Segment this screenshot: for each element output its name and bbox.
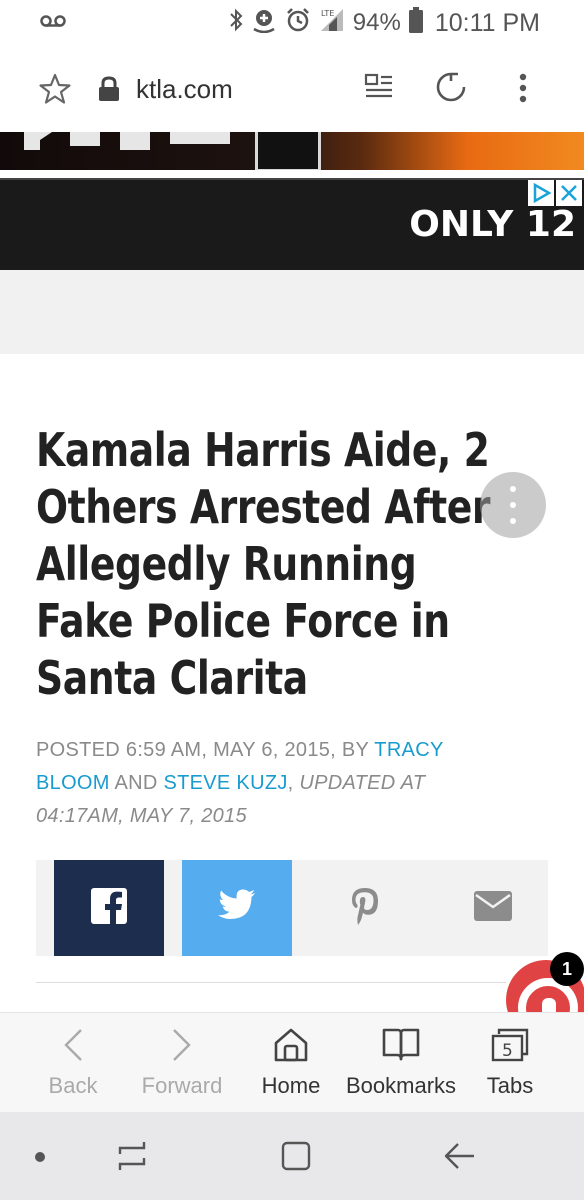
nav-back-button[interactable]: Back — [18, 1013, 128, 1113]
forward-arrow-icon — [170, 1027, 194, 1068]
author-link-tracy-bloom-cont[interactable]: BLOOM — [36, 772, 110, 794]
logo-mark — [255, 132, 321, 170]
share-email-button[interactable] — [438, 860, 548, 956]
ad-spacer — [0, 270, 584, 354]
ad-banner[interactable]: ONLY 12 — [0, 178, 584, 270]
voicemail-icon — [40, 12, 66, 35]
byline-line-2: BLOOM AND STEVE KUZJ, UPDATED AT — [36, 767, 556, 800]
nav-forward-button[interactable]: Forward — [127, 1013, 237, 1113]
adchoices-icon[interactable] — [528, 180, 554, 206]
posted-text: POSTED 6:59 AM, MAY 6, 2015, BY — [36, 739, 375, 761]
browser-bottom-nav: Back Forward Home Bookmarks 5 Tabs — [0, 1012, 584, 1112]
byline-line-1: POSTED 6:59 AM, MAY 6, 2015, BY TRACY — [36, 734, 556, 767]
lte-signal-icon: LTE — [319, 7, 345, 40]
comma-text: , — [287, 772, 300, 794]
clock: 10:11 PM — [434, 8, 540, 37]
notification-count-badge: 1 — [550, 952, 584, 986]
back-nav-icon[interactable] — [442, 1140, 476, 1177]
ad-text: ONLY 12 — [409, 204, 576, 245]
battery-icon — [408, 6, 423, 40]
bookmarks-book-icon — [382, 1027, 420, 1066]
author-link-steve-kuzj[interactable]: STEVE KUZJ — [164, 772, 288, 794]
reader-mode-icon[interactable] — [364, 72, 394, 107]
home-icon — [273, 1027, 309, 1068]
nav-forward-label: Forward — [141, 1073, 223, 1098]
ad-close-icon[interactable] — [556, 180, 582, 206]
status-icons: LTE 94% 10:11 PM — [229, 6, 540, 40]
share-bar — [36, 860, 548, 956]
nav-home-label: Home — [261, 1073, 321, 1098]
home-square-icon[interactable] — [280, 1140, 312, 1177]
author-link-tracy-bloom[interactable]: TRACY — [374, 739, 443, 761]
share-facebook-button[interactable] — [54, 860, 164, 956]
bluetooth-icon — [229, 8, 243, 39]
facebook-icon — [91, 887, 127, 929]
pinterest-icon — [349, 886, 381, 931]
nav-back-label: Back — [48, 1073, 98, 1098]
updated-label: UPDATED AT — [299, 772, 426, 794]
floating-more-button[interactable] — [480, 472, 546, 538]
nav-tabs-button[interactable]: 5 Tabs — [455, 1013, 565, 1113]
updated-date: 04:17AM, MAY 7, 2015 — [36, 805, 247, 827]
android-nav-bar — [0, 1112, 584, 1200]
alarm-icon — [285, 7, 311, 40]
email-icon — [474, 890, 512, 926]
data-saver-icon — [251, 7, 277, 40]
content-divider — [36, 982, 506, 983]
headline-line: Kamala Harris Aide, 2 — [36, 423, 490, 477]
lock-icon — [98, 76, 120, 107]
url-bar[interactable]: ktla.com — [136, 74, 233, 105]
back-arrow-icon — [61, 1027, 85, 1068]
browser-toolbar: ktla.com — [0, 46, 584, 132]
headline-line: Fake Police Force in — [36, 594, 450, 648]
status-bar: LTE 94% 10:11 PM — [0, 0, 584, 46]
more-options-icon[interactable] — [518, 72, 528, 109]
nav-bookmarks-label: Bookmarks — [346, 1073, 457, 1098]
bookmark-star-icon[interactable] — [38, 72, 72, 111]
nav-dot-icon[interactable] — [34, 1150, 46, 1168]
nav-home-button[interactable]: Home — [236, 1013, 346, 1113]
site-header-banner — [0, 132, 584, 170]
headline-line: Others Arrested After — [36, 480, 491, 534]
article-headline: Kamala Harris Aide, 2 Others Arrested Af… — [36, 422, 556, 707]
share-pinterest-button[interactable] — [310, 860, 420, 956]
refresh-icon[interactable] — [434, 70, 468, 109]
battery-percentage: 94% — [352, 9, 401, 36]
headline-line: Santa Clarita — [36, 651, 308, 705]
and-text: AND — [109, 772, 164, 794]
share-twitter-button[interactable] — [182, 860, 292, 956]
recent-apps-icon[interactable] — [116, 1140, 148, 1177]
svg-text:LTE: LTE — [321, 9, 334, 18]
svg-text:5: 5 — [502, 1041, 513, 1061]
nav-bookmarks-button[interactable]: Bookmarks — [346, 1013, 456, 1113]
twitter-icon — [217, 889, 257, 928]
article-byline: POSTED 6:59 AM, MAY 6, 2015, BY TRACY BL… — [36, 734, 556, 833]
tabs-icon: 5 — [491, 1027, 529, 1068]
headline-line: Allegedly Running — [36, 537, 417, 591]
nav-tabs-label: Tabs — [486, 1073, 534, 1098]
